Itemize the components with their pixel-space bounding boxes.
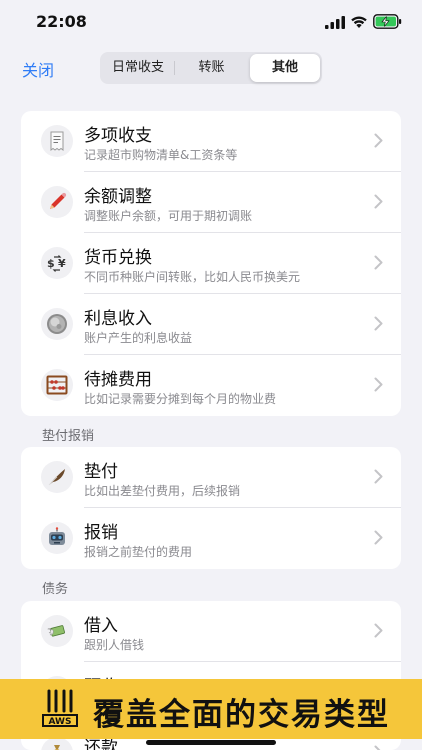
- home-indicator: [146, 740, 276, 745]
- status-bar: 22:08: [0, 0, 422, 46]
- card-advance-reimbursement: 垫付 比如出差垫付费用，后续报销 报销 报销之前垫付的费用: [21, 447, 401, 569]
- promo-banner: AWS 覆盖全面的交易类型: [0, 679, 422, 739]
- list-item-multi-income-expense[interactable]: 多项收支 记录超市购物清单&工资条等: [21, 111, 401, 172]
- list-item-advance-payment[interactable]: 垫付 比如出差垫付费用，后续报销: [21, 447, 401, 508]
- item-title: 报销: [84, 523, 118, 543]
- list-item-interest-income[interactable]: 利息收入 账户产生的利息收益: [21, 294, 401, 355]
- coin-icon: [41, 308, 73, 340]
- item-subtitle: 比如出差垫付费用，后续报销: [84, 484, 241, 498]
- battery-charging-icon: [373, 14, 402, 29]
- list-item-borrow[interactable]: 借入 跟别人借钱: [21, 601, 401, 662]
- banner-headline: 覆盖全面的交易类型: [93, 697, 390, 733]
- item-subtitle: 报销之前垫付的费用: [84, 545, 193, 559]
- chevron-right-icon: [374, 745, 381, 750]
- abacus-icon: [41, 369, 73, 401]
- svg-text:$: $: [47, 257, 55, 270]
- chevron-right-icon: [374, 623, 383, 638]
- item-title: 待摊费用: [84, 370, 152, 390]
- robot-icon: [41, 522, 73, 554]
- chevron-right-icon: [374, 530, 383, 545]
- tab-other[interactable]: 其他: [250, 54, 320, 82]
- logo-text: AWS: [49, 717, 72, 727]
- item-title: 垫付: [84, 462, 118, 482]
- tab-transfer[interactable]: 转账: [175, 54, 248, 82]
- item-subtitle: 调整账户余额，可用于期初调账: [84, 209, 253, 223]
- chevron-right-icon: [374, 377, 383, 392]
- item-title: 余额调整: [84, 187, 152, 207]
- svg-text:¥: ¥: [58, 257, 66, 270]
- cellular-signal-icon: [325, 16, 345, 29]
- list-item-currency-exchange[interactable]: $ ¥ 货币兑换 不同币种账户间转账，比如人民币换美元: [21, 233, 401, 294]
- section-label-debt: 债务: [42, 582, 69, 597]
- item-title: 借入: [84, 616, 118, 636]
- feather-icon: [41, 461, 73, 493]
- item-title: 多项收支: [84, 126, 152, 146]
- receipt-icon: [41, 125, 73, 157]
- currency-exchange-icon: $ ¥: [41, 247, 73, 279]
- type-segmented-control: 日常收支 转账 其他: [100, 52, 322, 84]
- app-logo-icon: AWS: [42, 689, 78, 727]
- item-subtitle: 不同币种账户间转账，比如人民币换美元: [84, 270, 301, 284]
- pencil-icon: [41, 186, 73, 218]
- list-item-balance-adjustment[interactable]: 余额调整 调整账户余额，可用于期初调账: [21, 172, 401, 233]
- item-subtitle: 账户产生的利息收益: [84, 331, 193, 345]
- chevron-right-icon: [374, 316, 383, 331]
- item-title: 货币兑换: [84, 248, 152, 268]
- item-title: 利息收入: [84, 309, 152, 329]
- chevron-right-icon: [374, 194, 383, 209]
- item-subtitle: 比如记录需要分摊到每个月的物业费: [84, 392, 277, 406]
- list-item-reimbursement[interactable]: 报销 报销之前垫付的费用: [21, 508, 401, 569]
- close-button[interactable]: 关闭: [22, 57, 54, 81]
- item-subtitle: 记录超市购物清单&工资条等: [84, 148, 238, 162]
- status-time: 22:08: [36, 12, 87, 31]
- chevron-right-icon: [374, 133, 383, 148]
- list-item-deferred-expense[interactable]: 待摊费用 比如记录需要分摊到每个月的物业费: [21, 355, 401, 416]
- tab-daily-income-expense[interactable]: 日常收支: [102, 54, 174, 82]
- card-general: 多项收支 记录超市购物清单&工资条等 余额调整 调整账户余额，可用于期初调账 $…: [21, 111, 401, 416]
- section-label-advance-reimbursement: 垫付报销: [42, 429, 95, 444]
- chevron-right-icon: [374, 469, 383, 484]
- chevron-right-icon: [374, 255, 383, 270]
- money-wings-icon: [41, 615, 73, 647]
- wifi-icon: [351, 16, 367, 28]
- item-subtitle: 跟别人借钱: [84, 638, 145, 652]
